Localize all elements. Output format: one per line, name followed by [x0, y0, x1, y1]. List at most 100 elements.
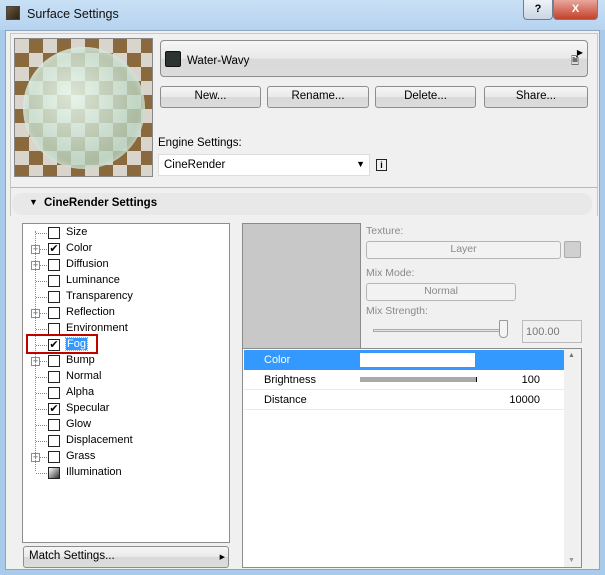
- tree-connector: [36, 473, 47, 474]
- channel-label: Grass: [66, 450, 96, 462]
- channel-checkbox[interactable]: [48, 307, 60, 319]
- surface-preview: [14, 38, 153, 177]
- param-row-color[interactable]: Color: [244, 350, 564, 370]
- tree-connector: [36, 425, 47, 426]
- texture-label: Texture:: [366, 225, 404, 237]
- app-icon: [6, 6, 20, 20]
- brightness-bar[interactable]: [360, 377, 477, 382]
- section-title: CineRender Settings: [44, 197, 158, 209]
- submenu-arrow-icon: ▶: [219, 554, 225, 561]
- mix-strength-value[interactable]: 100.00: [522, 320, 582, 343]
- channel-label: Glow: [66, 418, 92, 430]
- layer-button[interactable]: Layer: [366, 241, 561, 259]
- channel-label: Displacement: [66, 434, 133, 446]
- cinerender-settings-header[interactable]: ▼ CineRender Settings: [12, 193, 592, 215]
- channel-luminance[interactable]: Luminance: [23, 273, 223, 289]
- document-icon: 🗎: [570, 56, 579, 67]
- channel-reflection[interactable]: + Reflection: [23, 305, 223, 321]
- param-row-distance[interactable]: Distance 10000: [244, 390, 564, 410]
- scrollbar[interactable]: ▲ ▼: [564, 349, 581, 567]
- channel-transparency[interactable]: Transparency: [23, 289, 223, 305]
- divider: [11, 187, 597, 188]
- mix-strength-slider[interactable]: [373, 329, 506, 332]
- channel-label: Transparency: [66, 290, 133, 302]
- channel-checkbox[interactable]: [48, 291, 60, 303]
- channel-label: Bump: [66, 354, 95, 366]
- param-value[interactable]: 10000: [509, 394, 540, 406]
- color-swatch[interactable]: [360, 353, 475, 367]
- param-name: Color: [264, 354, 291, 366]
- tree-connector: [36, 393, 47, 394]
- channel-label: Specular: [66, 402, 110, 414]
- window-title: Surface Settings: [27, 7, 119, 21]
- surface-name-field[interactable]: Water-Wavy ▶ 🗎: [160, 40, 588, 77]
- channel-checkbox[interactable]: [48, 259, 60, 271]
- channel-checkbox[interactable]: ✔: [48, 243, 60, 255]
- channel-label: Reflection: [66, 306, 115, 318]
- channel-displacement[interactable]: Displacement: [23, 433, 223, 449]
- channel-normal[interactable]: Normal: [23, 369, 223, 385]
- channel-illumination[interactable]: Illumination: [23, 465, 223, 481]
- surface-name: Water-Wavy: [187, 55, 250, 67]
- param-row-brightness[interactable]: Brightness 100: [244, 370, 564, 390]
- tree-connector: [36, 233, 47, 234]
- channel-tree[interactable]: Size + ✔ Color + Diffusion Luminance Transparen…: [22, 223, 230, 543]
- channel-label: Environment: [66, 322, 128, 334]
- delete-button[interactable]: Delete...: [375, 86, 476, 108]
- channel-alpha[interactable]: Alpha: [23, 385, 223, 401]
- load-texture-icon[interactable]: [564, 241, 581, 258]
- param-name: Distance: [264, 394, 307, 406]
- channel-label: Diffusion: [66, 258, 109, 270]
- scroll-up-icon[interactable]: ▲: [568, 352, 575, 359]
- illumination-icon[interactable]: [48, 467, 60, 479]
- chevron-down-icon: ▼: [356, 159, 365, 169]
- new-button[interactable]: New...: [160, 86, 261, 108]
- engine-settings-label: Engine Settings:: [158, 137, 242, 149]
- slider-thumb[interactable]: [499, 320, 508, 338]
- help-button[interactable]: ?: [523, 0, 553, 20]
- match-settings-button[interactable]: Match Settings... ▶: [23, 546, 229, 568]
- channel-label: Alpha: [66, 386, 95, 398]
- channel-checkbox[interactable]: [48, 275, 60, 287]
- engine-select-value: CineRender: [164, 159, 226, 171]
- param-name: Brightness: [264, 374, 316, 386]
- rename-button[interactable]: Rename...: [267, 86, 369, 108]
- channel-color[interactable]: + ✔ Color: [23, 241, 223, 257]
- channel-checkbox[interactable]: ✔: [48, 403, 60, 415]
- tree-connector: [36, 441, 47, 442]
- size-icon[interactable]: [48, 227, 60, 239]
- parameter-list: Color Brightness 100 Distance 10000 ▲ ▼: [242, 348, 582, 568]
- channel-checkbox[interactable]: [48, 451, 60, 463]
- scroll-down-icon[interactable]: ▼: [568, 557, 575, 564]
- channel-size[interactable]: Size: [23, 225, 223, 241]
- share-button[interactable]: Share...: [484, 86, 588, 108]
- channel-checkbox[interactable]: [48, 387, 60, 399]
- mix-strength-label: Mix Strength:: [366, 305, 428, 317]
- info-icon[interactable]: i: [376, 159, 387, 171]
- channel-checkbox[interactable]: [48, 435, 60, 447]
- channel-label: Normal: [66, 370, 102, 382]
- channel-label: Luminance: [66, 274, 120, 286]
- close-button[interactable]: X: [553, 0, 598, 20]
- engine-select[interactable]: CineRender ▼: [158, 154, 370, 176]
- channel-label: Color: [66, 242, 93, 254]
- mix-mode-label: Mix Mode:: [366, 267, 415, 279]
- channel-checkbox[interactable]: [48, 355, 60, 367]
- collapse-triangle-icon: ▼: [29, 197, 38, 207]
- channel-grass[interactable]: + Grass: [23, 449, 223, 465]
- tree-connector: [36, 329, 47, 330]
- channel-specular[interactable]: ✔ Specular: [23, 401, 223, 417]
- channel-glow[interactable]: Glow: [23, 417, 223, 433]
- channel-diffusion[interactable]: + Diffusion: [23, 257, 223, 273]
- channel-checkbox[interactable]: [48, 371, 60, 383]
- tree-connector: [36, 377, 47, 378]
- texture-preview: [242, 223, 361, 363]
- channel-checkbox[interactable]: [48, 419, 60, 431]
- channel-bump[interactable]: + Bump: [23, 353, 223, 369]
- channel-label: Size: [66, 226, 88, 238]
- mix-mode-select[interactable]: Normal: [366, 283, 516, 301]
- param-value[interactable]: 100: [522, 374, 540, 386]
- match-settings-label: Match Settings...: [29, 550, 115, 562]
- tree-connector: [36, 409, 47, 410]
- tree-connector: [36, 297, 47, 298]
